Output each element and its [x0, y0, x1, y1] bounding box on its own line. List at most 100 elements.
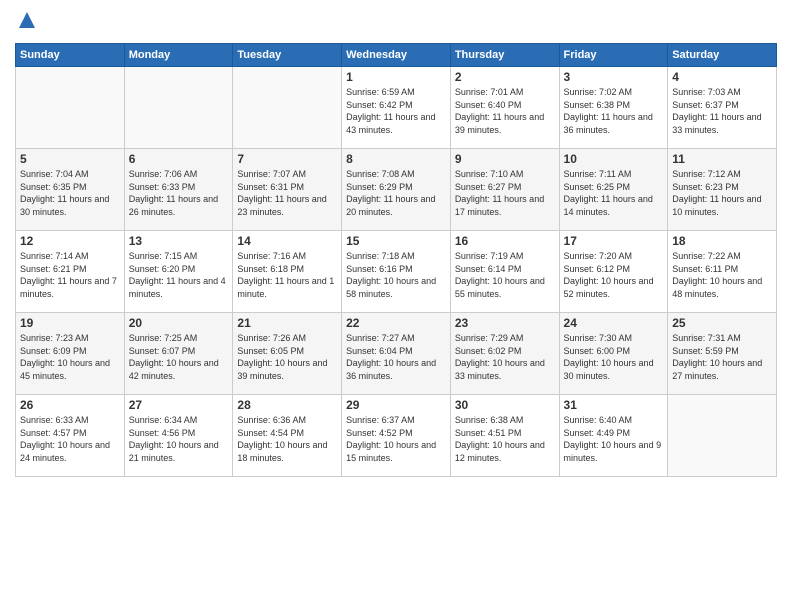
calendar-day-cell: 27 Sunrise: 6:34 AM Sunset: 4:56 PM Dayli…: [124, 395, 233, 477]
calendar-day-cell: 19 Sunrise: 7:23 AM Sunset: 6:09 PM Dayli…: [16, 313, 125, 395]
calendar-day-cell: 11 Sunrise: 7:12 AM Sunset: 6:23 PM Dayli…: [668, 149, 777, 231]
day-number: 26: [20, 398, 120, 412]
calendar-table: SundayMondayTuesdayWednesdayThursdayFrid…: [15, 43, 777, 477]
day-number: 18: [672, 234, 772, 248]
calendar-day-cell: 5 Sunrise: 7:04 AM Sunset: 6:35 PM Daylig…: [16, 149, 125, 231]
day-info: Sunrise: 7:12 AM Sunset: 6:23 PM Dayligh…: [672, 168, 772, 218]
day-number: 5: [20, 152, 120, 166]
day-number: 7: [237, 152, 337, 166]
calendar-week-row: 26 Sunrise: 6:33 AM Sunset: 4:57 PM Dayli…: [16, 395, 777, 477]
day-number: 19: [20, 316, 120, 330]
calendar-day-cell: [233, 67, 342, 149]
day-number: 31: [564, 398, 664, 412]
day-info: Sunrise: 7:29 AM Sunset: 6:02 PM Dayligh…: [455, 332, 555, 382]
logo-icon: [17, 10, 37, 30]
calendar-day-cell: 26 Sunrise: 6:33 AM Sunset: 4:57 PM Dayli…: [16, 395, 125, 477]
calendar-day-cell: [16, 67, 125, 149]
calendar-header-row: SundayMondayTuesdayWednesdayThursdayFrid…: [16, 44, 777, 67]
calendar-day-cell: 1Sunrise: 6:59 AM Sunset: 6:42 PM Daylig…: [342, 67, 451, 149]
calendar-day-header: Tuesday: [233, 44, 342, 67]
calendar-day-cell: 15 Sunrise: 7:18 AM Sunset: 6:16 PM Dayli…: [342, 231, 451, 313]
calendar-day-cell: 13 Sunrise: 7:15 AM Sunset: 6:20 PM Dayli…: [124, 231, 233, 313]
calendar-day-header: Monday: [124, 44, 233, 67]
calendar-day-cell: 23 Sunrise: 7:29 AM Sunset: 6:02 PM Dayli…: [450, 313, 559, 395]
calendar-day-cell: 17Sunrise: 7:20 AM Sunset: 6:12 PM Dayli…: [559, 231, 668, 313]
day-number: 9: [455, 152, 555, 166]
calendar-day-cell: 30 Sunrise: 6:38 AM Sunset: 4:51 PM Dayli…: [450, 395, 559, 477]
day-info: Sunrise: 7:04 AM Sunset: 6:35 PM Dayligh…: [20, 168, 120, 218]
calendar-day-cell: [668, 395, 777, 477]
calendar-day-cell: 10 Sunrise: 7:11 AM Sunset: 6:25 PM Dayli…: [559, 149, 668, 231]
day-info: Sunrise: 7:02 AM Sunset: 6:38 PM Dayligh…: [564, 86, 664, 136]
day-info: Sunrise: 6:33 AM Sunset: 4:57 PM Dayligh…: [20, 414, 120, 464]
day-info: Sunrise: 6:40 AM Sunset: 4:49 PM Dayligh…: [564, 414, 664, 464]
day-info: Sunrise: 7:20 AM Sunset: 6:12 PM Dayligh…: [564, 250, 664, 300]
day-number: 6: [129, 152, 229, 166]
calendar-day-cell: 28 Sunrise: 6:36 AM Sunset: 4:54 PM Dayli…: [233, 395, 342, 477]
calendar-day-header: Thursday: [450, 44, 559, 67]
day-info: Sunrise: 7:27 AM Sunset: 6:04 PM Dayligh…: [346, 332, 446, 382]
day-info: Sunrise: 7:08 AM Sunset: 6:29 PM Dayligh…: [346, 168, 446, 218]
calendar-day-cell: 14Sunrise: 7:16 AM Sunset: 6:18 PM Dayli…: [233, 231, 342, 313]
day-info: Sunrise: 7:31 AM Sunset: 5:59 PM Dayligh…: [672, 332, 772, 382]
calendar-container: SundayMondayTuesdayWednesdayThursdayFrid…: [0, 0, 792, 612]
day-number: 21: [237, 316, 337, 330]
day-number: 30: [455, 398, 555, 412]
day-info: Sunrise: 7:22 AM Sunset: 6:11 PM Dayligh…: [672, 250, 772, 300]
day-number: 25: [672, 316, 772, 330]
day-info: Sunrise: 7:25 AM Sunset: 6:07 PM Dayligh…: [129, 332, 229, 382]
day-number: 20: [129, 316, 229, 330]
day-info: Sunrise: 7:14 AM Sunset: 6:21 PM Dayligh…: [20, 250, 120, 300]
day-info: Sunrise: 7:26 AM Sunset: 6:05 PM Dayligh…: [237, 332, 337, 382]
calendar-week-row: 12Sunrise: 7:14 AM Sunset: 6:21 PM Dayli…: [16, 231, 777, 313]
calendar-day-cell: 24 Sunrise: 7:30 AM Sunset: 6:00 PM Dayli…: [559, 313, 668, 395]
day-info: Sunrise: 7:10 AM Sunset: 6:27 PM Dayligh…: [455, 168, 555, 218]
calendar-day-header: Saturday: [668, 44, 777, 67]
day-info: Sunrise: 7:01 AM Sunset: 6:40 PM Dayligh…: [455, 86, 555, 136]
day-info: Sunrise: 7:16 AM Sunset: 6:18 PM Dayligh…: [237, 250, 337, 300]
calendar-day-cell: 3 Sunrise: 7:02 AM Sunset: 6:38 PM Daylig…: [559, 67, 668, 149]
day-info: Sunrise: 7:18 AM Sunset: 6:16 PM Dayligh…: [346, 250, 446, 300]
calendar-day-cell: 2Sunrise: 7:01 AM Sunset: 6:40 PM Daylig…: [450, 67, 559, 149]
day-info: Sunrise: 6:38 AM Sunset: 4:51 PM Dayligh…: [455, 414, 555, 464]
calendar-day-cell: 31 Sunrise: 6:40 AM Sunset: 4:49 PM Dayli…: [559, 395, 668, 477]
calendar-week-row: 1Sunrise: 6:59 AM Sunset: 6:42 PM Daylig…: [16, 67, 777, 149]
header: [15, 10, 777, 35]
day-info: Sunrise: 7:23 AM Sunset: 6:09 PM Dayligh…: [20, 332, 120, 382]
calendar-day-cell: 29Sunrise: 6:37 AM Sunset: 4:52 PM Dayli…: [342, 395, 451, 477]
calendar-day-cell: 20 Sunrise: 7:25 AM Sunset: 6:07 PM Dayli…: [124, 313, 233, 395]
calendar-day-cell: 6 Sunrise: 7:06 AM Sunset: 6:33 PM Daylig…: [124, 149, 233, 231]
day-info: Sunrise: 7:19 AM Sunset: 6:14 PM Dayligh…: [455, 250, 555, 300]
day-info: Sunrise: 7:06 AM Sunset: 6:33 PM Dayligh…: [129, 168, 229, 218]
day-number: 16: [455, 234, 555, 248]
day-info: Sunrise: 6:34 AM Sunset: 4:56 PM Dayligh…: [129, 414, 229, 464]
day-number: 15: [346, 234, 446, 248]
day-info: Sunrise: 7:30 AM Sunset: 6:00 PM Dayligh…: [564, 332, 664, 382]
day-number: 8: [346, 152, 446, 166]
day-info: Sunrise: 7:15 AM Sunset: 6:20 PM Dayligh…: [129, 250, 229, 300]
day-number: 3: [564, 70, 664, 84]
day-info: Sunrise: 7:11 AM Sunset: 6:25 PM Dayligh…: [564, 168, 664, 218]
day-number: 27: [129, 398, 229, 412]
day-number: 13: [129, 234, 229, 248]
calendar-day-cell: 4Sunrise: 7:03 AM Sunset: 6:37 PM Daylig…: [668, 67, 777, 149]
calendar-day-header: Friday: [559, 44, 668, 67]
calendar-day-cell: 21 Sunrise: 7:26 AM Sunset: 6:05 PM Dayli…: [233, 313, 342, 395]
day-number: 11: [672, 152, 772, 166]
calendar-day-cell: 16 Sunrise: 7:19 AM Sunset: 6:14 PM Dayli…: [450, 231, 559, 313]
day-info: Sunrise: 6:36 AM Sunset: 4:54 PM Dayligh…: [237, 414, 337, 464]
day-info: Sunrise: 7:07 AM Sunset: 6:31 PM Dayligh…: [237, 168, 337, 218]
day-number: 24: [564, 316, 664, 330]
calendar-day-cell: 18 Sunrise: 7:22 AM Sunset: 6:11 PM Dayli…: [668, 231, 777, 313]
day-number: 23: [455, 316, 555, 330]
day-number: 1: [346, 70, 446, 84]
logo: [15, 10, 37, 35]
calendar-day-cell: 12Sunrise: 7:14 AM Sunset: 6:21 PM Dayli…: [16, 231, 125, 313]
calendar-day-cell: [124, 67, 233, 149]
calendar-week-row: 5 Sunrise: 7:04 AM Sunset: 6:35 PM Daylig…: [16, 149, 777, 231]
calendar-day-header: Sunday: [16, 44, 125, 67]
day-number: 22: [346, 316, 446, 330]
day-number: 28: [237, 398, 337, 412]
day-number: 10: [564, 152, 664, 166]
day-number: 29: [346, 398, 446, 412]
